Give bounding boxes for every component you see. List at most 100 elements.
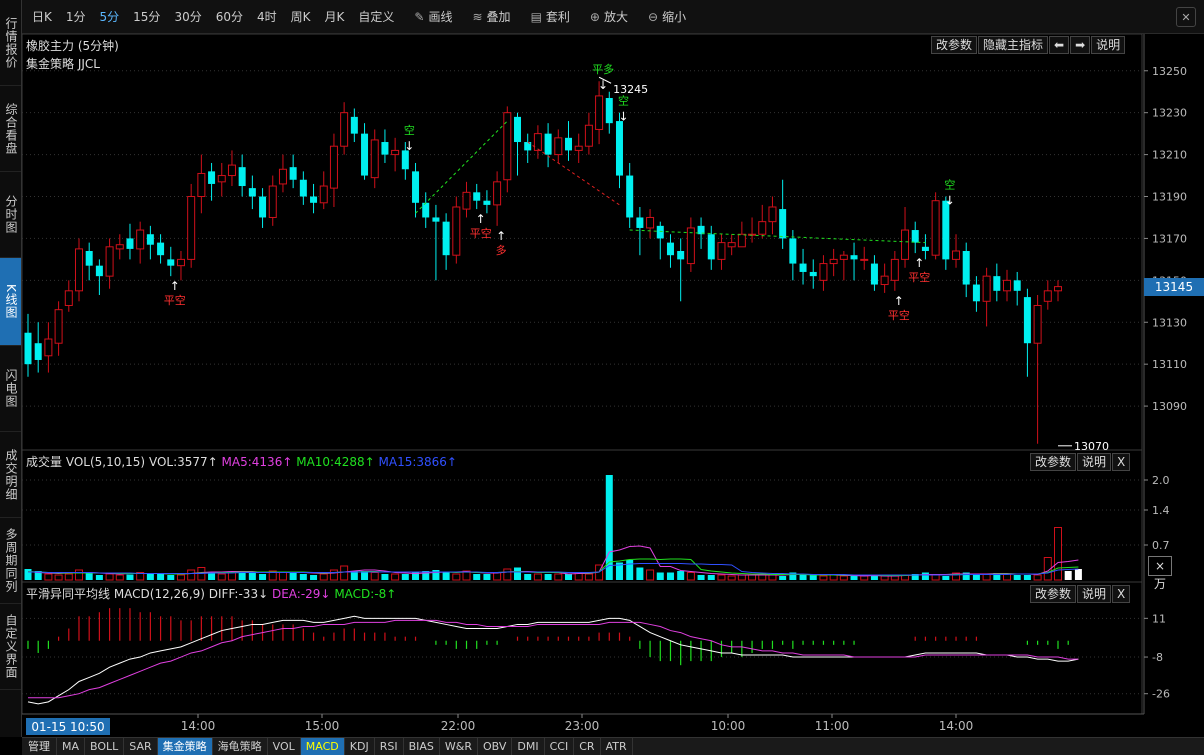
trade-signal-label: 平多 bbox=[592, 62, 614, 76]
volume-axis-label: 2.0 bbox=[1152, 474, 1170, 487]
volume-bar bbox=[1033, 574, 1042, 581]
edit-params-button[interactable]: 改参数 bbox=[931, 36, 978, 54]
arrow-right-icon[interactable]: ➡ bbox=[1070, 36, 1091, 54]
indicator-tab[interactable]: SAR bbox=[124, 738, 158, 755]
candle-body bbox=[982, 275, 991, 302]
help-button[interactable]: 说明 bbox=[1077, 453, 1112, 471]
left-nav-item[interactable]: 闪电图 bbox=[0, 346, 21, 432]
price-axis-label: 13230 bbox=[1152, 107, 1187, 120]
volume-axis-label: 1.4 bbox=[1152, 504, 1170, 517]
overlay-button[interactable]: ≋ 叠加 bbox=[472, 8, 510, 25]
volume-bar bbox=[707, 575, 715, 580]
indicator-tab[interactable]: 海龟策略 bbox=[213, 738, 268, 755]
candle-body bbox=[278, 168, 287, 185]
period-button[interactable]: 自定义 bbox=[358, 8, 394, 25]
signal-arrow: ↑ bbox=[170, 279, 180, 293]
candle-body bbox=[350, 116, 358, 134]
left-nav-item[interactable]: 自定义界面 bbox=[0, 604, 21, 690]
signal-arrow: ↑ bbox=[476, 212, 486, 226]
zoom-out-button[interactable]: ⊖ 缩小 bbox=[648, 8, 686, 25]
candle-body bbox=[74, 248, 83, 292]
indicator-tab[interactable]: 集金策略 bbox=[157, 738, 213, 755]
hide-main-indicator-button[interactable]: 隐藏主指标 bbox=[978, 36, 1049, 54]
candle-body bbox=[95, 265, 103, 277]
left-nav-item[interactable]: 行情报价 bbox=[0, 0, 21, 86]
volume-bar bbox=[921, 572, 929, 580]
volume-panel-buttons: 改参数 说明 X bbox=[1029, 453, 1131, 471]
indicator-tab[interactable]: CR bbox=[574, 738, 601, 755]
period-button[interactable]: 1分 bbox=[66, 8, 86, 25]
indicator-tab[interactable]: KDJ bbox=[345, 738, 375, 755]
indicator-tab[interactable]: W&R bbox=[440, 738, 478, 755]
indicator-tab[interactable]: OBV bbox=[478, 738, 513, 755]
left-nav-item[interactable]: 分时图 bbox=[0, 172, 21, 258]
candle-body bbox=[462, 191, 471, 210]
draw-line-button[interactable]: ✎ 画线 bbox=[414, 8, 452, 25]
candle-body bbox=[921, 246, 929, 251]
candle-body bbox=[432, 217, 440, 222]
tool-label: 画线 bbox=[428, 10, 453, 24]
help-button[interactable]: 说明 bbox=[1091, 36, 1126, 54]
edit-params-button[interactable]: 改参数 bbox=[1030, 585, 1077, 603]
period-button[interactable]: 4时 bbox=[257, 8, 277, 25]
left-navigation: 行情报价 综合看盘 分时图 K线图 闪电图 成交明细 多周期同列 自定义界面 bbox=[0, 0, 22, 737]
period-button[interactable]: 5分 bbox=[100, 8, 120, 25]
volume-bar bbox=[737, 574, 746, 581]
period-button[interactable]: 15分 bbox=[133, 8, 160, 25]
close-panel-button[interactable]: X bbox=[1112, 453, 1131, 471]
chart-canvas[interactable]: 1325013230132101319013170131501313013110… bbox=[22, 34, 1204, 737]
signal-arrow: ↓ bbox=[598, 78, 608, 92]
volume-bar bbox=[259, 574, 267, 580]
period-button[interactable]: 60分 bbox=[216, 8, 243, 25]
candle-body bbox=[208, 171, 216, 184]
edit-params-button[interactable]: 改参数 bbox=[1030, 453, 1077, 471]
volume-bar bbox=[564, 574, 572, 580]
indicator-tab[interactable]: RSI bbox=[375, 738, 404, 755]
volume-bar bbox=[146, 574, 154, 580]
indicator-tab[interactable]: BIAS bbox=[404, 738, 440, 755]
volume-bar bbox=[105, 573, 114, 581]
signal-arrow: ↓ bbox=[618, 110, 628, 124]
low-price-label: 13070 bbox=[1074, 440, 1109, 453]
indicator-tab[interactable]: ATR bbox=[601, 738, 633, 755]
indicator-tab[interactable]: MA bbox=[57, 738, 86, 755]
arrow-left-icon[interactable]: ⬅ bbox=[1049, 36, 1070, 54]
left-nav-item[interactable]: 综合看盘 bbox=[0, 86, 21, 172]
help-button[interactable]: 说明 bbox=[1077, 585, 1112, 603]
volume-axis-label: 0.7 bbox=[1152, 539, 1170, 552]
indicator-tab[interactable]: CCI bbox=[545, 738, 575, 755]
volume-unit-button[interactable]: ×万 bbox=[1148, 556, 1172, 591]
left-nav-item[interactable]: 成交明细 bbox=[0, 432, 21, 518]
indicator-tab[interactable]: DMI bbox=[512, 738, 545, 755]
volume-bar bbox=[524, 574, 532, 580]
close-icon[interactable]: ✕ bbox=[1176, 7, 1196, 27]
candle-body bbox=[503, 112, 512, 181]
volume-bar bbox=[289, 573, 297, 580]
candle-body bbox=[870, 263, 878, 285]
volume-bar bbox=[187, 569, 196, 581]
period-button[interactable]: 30分 bbox=[174, 8, 201, 25]
candle-body bbox=[1013, 280, 1021, 291]
candle-body bbox=[707, 234, 715, 260]
left-nav-item[interactable]: 多周期同列 bbox=[0, 518, 21, 604]
candle-body bbox=[126, 238, 134, 249]
volume-bar bbox=[584, 573, 593, 581]
close-panel-button[interactable]: X bbox=[1112, 585, 1131, 603]
arbitrage-button[interactable]: ▤ 套利 bbox=[531, 8, 570, 25]
candle-body bbox=[146, 234, 154, 245]
period-button[interactable]: 月K bbox=[325, 8, 345, 25]
period-button[interactable]: 日K bbox=[32, 8, 52, 25]
candle-body bbox=[54, 309, 63, 344]
candle-body bbox=[819, 263, 828, 281]
indicator-tab[interactable]: BOLL bbox=[85, 738, 125, 755]
candle-body bbox=[197, 172, 206, 198]
period-button[interactable]: 周K bbox=[291, 8, 311, 25]
indicator-tab[interactable]: VOL bbox=[268, 738, 301, 755]
candle-body bbox=[44, 338, 53, 357]
indicator-tab[interactable]: MACD bbox=[300, 738, 345, 755]
left-nav-item[interactable]: K线图 bbox=[0, 258, 21, 346]
time-axis-label: 15:00 bbox=[305, 719, 340, 733]
trade-signal-label: 平空 bbox=[164, 293, 186, 307]
zoom-in-button[interactable]: ⊕ 放大 bbox=[590, 8, 628, 25]
indicator-tab[interactable]: 管理 bbox=[22, 738, 57, 755]
